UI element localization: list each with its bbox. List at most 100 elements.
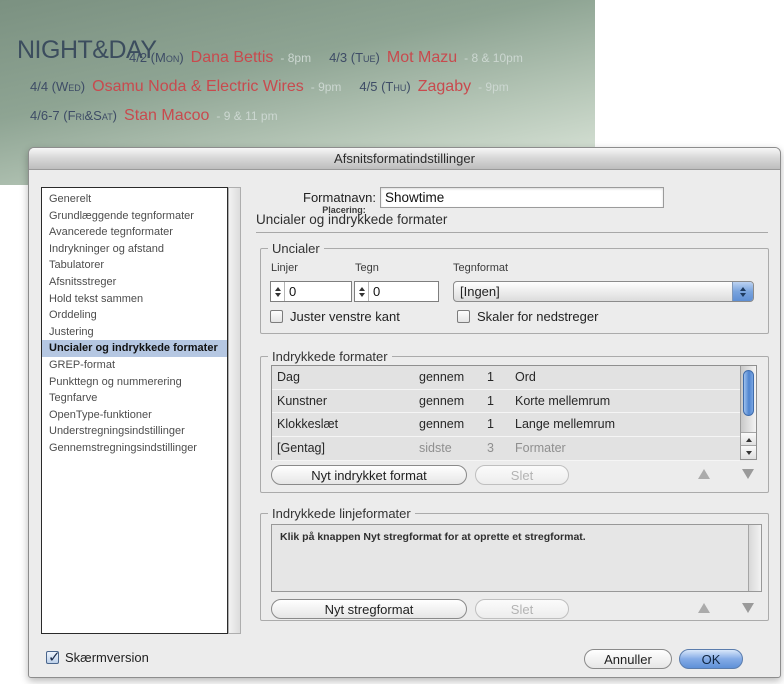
char-style-label: Tegnformat	[453, 262, 509, 274]
sidebar-item[interactable]: Generelt	[42, 191, 227, 208]
char-style-dropdown[interactable]: [Ingen]	[453, 281, 754, 302]
nested-style-cell: gennem	[419, 370, 465, 384]
sidebar-item[interactable]: Understregningsindstillinger	[42, 423, 227, 440]
move-down-icon[interactable]	[742, 603, 754, 613]
move-down-icon[interactable]	[742, 469, 754, 479]
lines-stepper-arrows[interactable]	[271, 282, 285, 301]
nested-styles-group-label: Indrykkede formater	[268, 349, 392, 364]
new-line-style-button[interactable]: Nyt stregformat	[271, 599, 467, 619]
nested-style-cell: 1	[487, 370, 494, 384]
new-line-style-label: Nyt stregformat	[324, 601, 414, 617]
nested-style-row[interactable]: Dag gennem 1 Ord	[272, 366, 740, 390]
chevron-up-icon	[740, 286, 746, 291]
format-name-input[interactable]	[380, 187, 664, 208]
line-styles-scrollbar-track[interactable]	[748, 525, 761, 591]
sidebar-item[interactable]: Indrykninger og afstand	[42, 241, 227, 258]
nested-style-row[interactable]: Klokkeslæt gennem 1 Lange mellemrum	[272, 413, 740, 438]
nested-styles-table: Dag gennem 1 Ord Kunstner gennem 1 Korte mellem…	[271, 365, 757, 461]
stepper-up-icon[interactable]	[358, 286, 365, 291]
sidebar-item[interactable]: Punkttegn og nummerering	[42, 374, 227, 391]
stepper-down-icon[interactable]	[274, 292, 281, 297]
cancel-button[interactable]: Annuller	[584, 649, 672, 669]
event-date: 4/2 (Mon)	[129, 50, 184, 65]
table-scrollbar[interactable]	[740, 366, 756, 459]
nested-style-cell: Korte mellemrum	[515, 393, 611, 408]
screenshot-root: NIGHT&DAY 4/2 (Mon) Dana Bettis - 8pm 4/3 (…	[0, 0, 784, 684]
nested-style-row[interactable]: [Gentag] sidste 3 Formater	[272, 437, 740, 461]
scroll-down-icon	[745, 450, 752, 455]
align-left-edge-label: Juster venstre kant	[290, 309, 400, 324]
event-line: 4/4 (Wed) Osamu Noda & Electric Wires - 9p…	[30, 78, 516, 96]
event-date: 4/5 (Thu)	[359, 79, 411, 94]
sidebar-scrollbar-track[interactable]	[228, 187, 241, 634]
artist-name: Stan Macoo	[124, 107, 210, 124]
dialog-titlebar[interactable]: Afsnitsformatindstillinger	[29, 148, 780, 170]
scale-for-descenders-checkbox[interactable]	[457, 310, 470, 323]
nested-style-cell: Formater	[515, 441, 566, 456]
nested-style-cell: Dag	[277, 370, 300, 384]
drop-caps-group: Uncialer Linjer 0 Tegn 0 Tegnformat [Ing	[260, 241, 769, 334]
dialog-title: Afsnitsformatindstillinger	[334, 151, 475, 166]
scrollbar-thumb[interactable]	[742, 370, 754, 416]
delete-line-style-button[interactable]: Slet	[475, 599, 569, 619]
sidebar-item[interactable]: Grundlæggende tegnformater	[42, 208, 227, 225]
event-line: 4/2 (Mon) Dana Bettis - 8pm 4/3 (Tue) Mot Ma…	[129, 49, 530, 67]
nested-style-cell: Klokkeslæt	[277, 417, 339, 432]
chevron-down-icon	[740, 292, 746, 297]
preview-checkbox[interactable]	[46, 648, 61, 666]
scroll-down-button[interactable]	[741, 445, 756, 459]
sidebar-item[interactable]: Justering	[42, 324, 227, 341]
characters-stepper-arrows[interactable]	[355, 282, 369, 301]
event-date: 4/3 (Tue)	[329, 50, 380, 65]
new-nested-style-label: Nyt indrykket format	[311, 467, 427, 483]
event-time: - 9pm	[310, 80, 342, 94]
characters-stepper[interactable]: 0	[354, 281, 439, 302]
new-nested-style-button[interactable]: Nyt indrykket format	[271, 465, 467, 485]
artist-name: Zagaby	[417, 78, 472, 95]
sidebar-item[interactable]: Afsnitsstreger	[42, 274, 227, 291]
characters-value[interactable]: 0	[369, 284, 380, 299]
scroll-up-button[interactable]	[741, 432, 756, 446]
stepper-down-icon[interactable]	[358, 292, 365, 297]
artist-name: Dana Bettis	[190, 49, 274, 66]
sidebar-item[interactable]: Uncialer og indrykkede formater	[42, 340, 227, 357]
sidebar-item[interactable]: Gennemstregningsindstillinger	[42, 440, 227, 457]
event-time: - 8pm	[280, 51, 312, 65]
nested-line-styles-group: Indrykkede linjeformater Klik på knappen…	[260, 506, 769, 621]
nested-style-cell: [Gentag]	[277, 441, 325, 456]
nested-style-cell: Kunstner	[277, 393, 328, 408]
align-left-edge-checkbox[interactable]	[270, 310, 283, 323]
move-up-icon[interactable]	[698, 469, 710, 479]
sidebar-item[interactable]: GREP-format	[42, 357, 227, 374]
event-time: - 9 & 11 pm	[216, 109, 278, 123]
characters-label: Tegn	[355, 262, 379, 274]
stepper-up-icon[interactable]	[274, 286, 281, 291]
dropdown-arrows-icon[interactable]	[732, 282, 753, 301]
move-up-icon[interactable]	[698, 603, 710, 613]
nested-style-row[interactable]: Kunstner gennem 1 Korte mellemrum	[272, 389, 740, 414]
event-time: - 9pm	[478, 80, 509, 94]
sidebar-item[interactable]: Tegnfarve	[42, 390, 227, 407]
ok-button[interactable]: OK	[679, 649, 743, 669]
cancel-button-label: Annuller	[604, 651, 652, 667]
lines-value[interactable]: 0	[285, 284, 296, 299]
event-line: 4/6-7 (Fri&Sat) Stan Macoo - 9 & 11 pm	[30, 107, 285, 125]
scroll-up-icon	[745, 437, 752, 442]
sidebar-item[interactable]: Hold tekst sammen	[42, 291, 227, 308]
preview-checkbox-label: Skærmversion	[65, 650, 149, 665]
sidebar-item[interactable]: OpenType-funktioner	[42, 407, 227, 424]
sidebar-item[interactable]: Orddeling	[42, 307, 227, 324]
sidebar-item[interactable]: Tabulatorer	[42, 257, 227, 274]
nested-style-cell: gennem	[419, 393, 465, 408]
artist-name: Mot Mazu	[386, 49, 458, 66]
nested-style-cell: 1	[487, 417, 494, 432]
sidebar-item[interactable]: Avancerede tegnformater	[42, 224, 227, 241]
line-styles-list: Klik på knappen Nyt stregformat for at o…	[271, 524, 762, 592]
line-styles-empty-message: Klik på knappen Nyt stregformat for at o…	[280, 531, 586, 543]
nested-styles-rows: Dag gennem 1 Ord Kunstner gennem 1 Korte mellem…	[272, 366, 740, 461]
nested-style-cell: Lange mellemrum	[515, 417, 616, 432]
artist-name: Osamu Noda & Electric Wires	[92, 78, 304, 95]
delete-nested-style-button[interactable]: Slet	[475, 465, 569, 485]
lines-stepper[interactable]: 0	[270, 281, 352, 302]
format-name-label: Formatnavn:	[303, 190, 376, 205]
